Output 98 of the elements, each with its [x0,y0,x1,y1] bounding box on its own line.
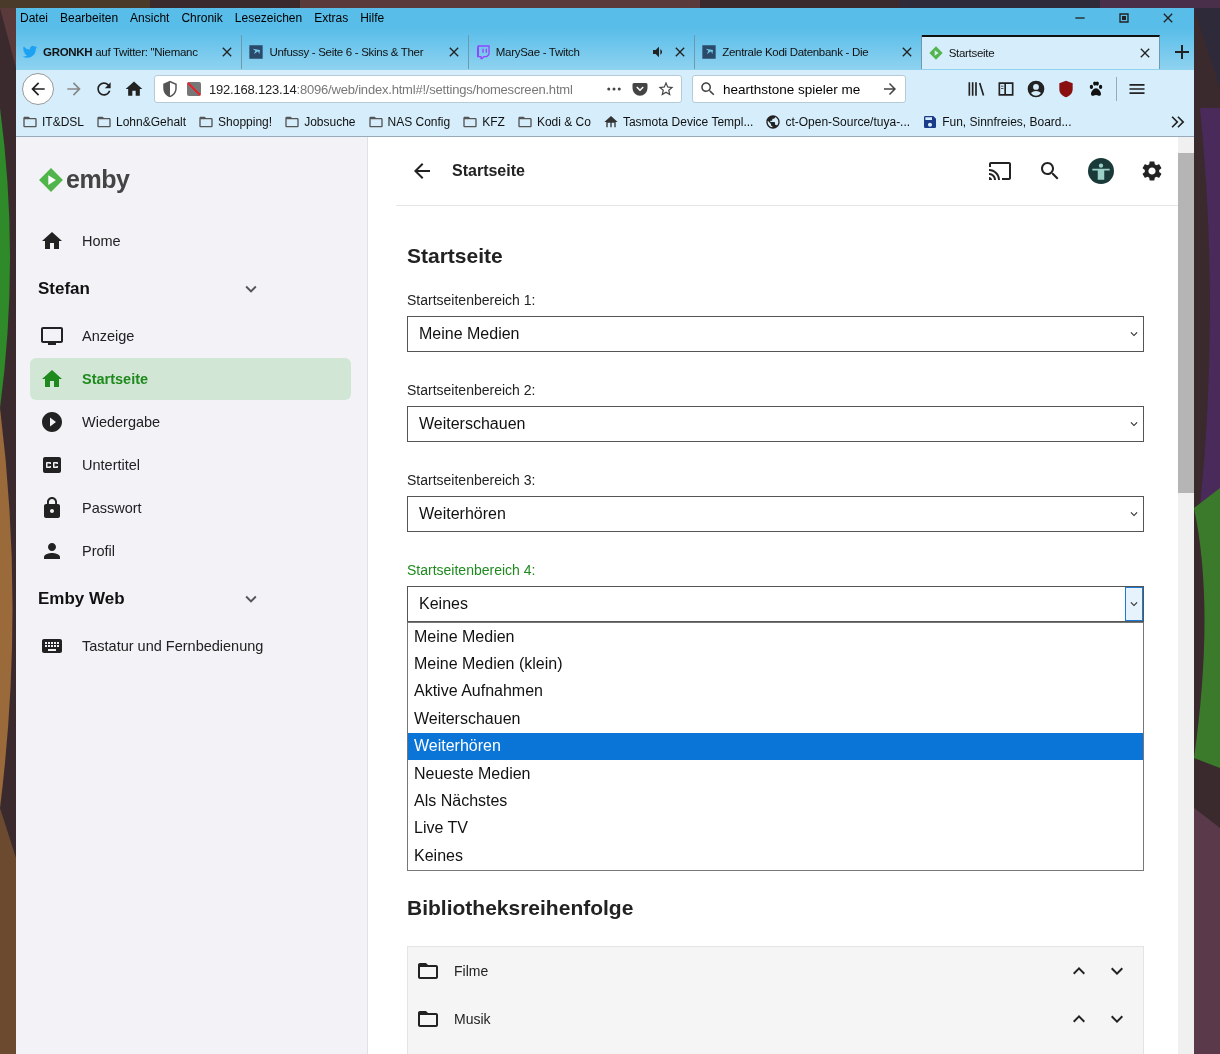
arrow-icon [881,80,899,98]
sidebar-item[interactable]: Tastatur und Fernbedienung [30,625,351,667]
star-icon[interactable] [657,80,675,98]
section-heading: Bibliotheksreihenfolge [407,896,635,920]
browser-tab[interactable]: Zentrale Kodi Datenbank - Die [695,35,922,69]
folder-icon [96,114,112,130]
globe-icon [765,114,782,130]
bookmark[interactable]: Shopping! [198,114,273,130]
select-field[interactable]: Weiterhören [407,496,1144,532]
menu-item[interactable]: Extras [314,11,355,25]
scrollbar[interactable] [1178,137,1194,1054]
logo-icon [38,166,64,193]
tab-title: Unfussy - Seite 6 - Skins & Ther [269,46,425,58]
house-icon [602,114,619,130]
home-icon[interactable] [124,79,144,99]
address-bar[interactable]: 192.168.123.14:8096/web/index.html#!/settings/homescreen.html [154,75,682,103]
sidebar-icon[interactable] [996,79,1016,99]
library-name: Musik [454,1011,491,1027]
sidebar-item[interactable]: Home [30,220,351,262]
bookmark[interactable]: IT&DSL [22,114,84,130]
browser-tab[interactable]: Startseite [921,35,1160,69]
browser-tab[interactable]: Unfussy - Seite 6 - Skins & Ther [242,35,469,69]
forum-icon [701,44,718,60]
field-label: Startseitenbereich 4: [407,562,537,578]
bookmark[interactable]: NAS Config [367,114,451,130]
select-field[interactable]: Keines [407,586,1144,622]
field-label: Startseitenbereich 1: [407,292,537,308]
tab-title: Startseite [948,47,996,59]
menu-item[interactable]: Ansicht [130,11,176,25]
monitor-icon [40,324,64,348]
bookmark[interactable]: Lohn&Gehalt [96,114,187,130]
folder-icon [462,114,479,130]
url-text: 192.168.123.14:8096/web/index.html#!/settings/homescreen.html [209,81,574,97]
select-field[interactable]: Weiterschauen [407,406,1144,442]
dropdown-option[interactable]: Aktive Aufnahmen [408,677,1143,706]
dropdown-option[interactable]: Weiterschauen [408,705,1143,733]
bookmark[interactable]: Fun, Sinnfreies, Board... [922,114,1072,130]
select-field[interactable]: Meine Medien [407,316,1144,352]
sidebar-item[interactable]: Anzeige [30,315,351,357]
bookmark[interactable]: ct-Open-Source/tuya-... [765,114,911,130]
settings-icon[interactable] [1140,159,1164,183]
bird-icon [22,44,38,60]
dropdown-option[interactable]: Live TV [408,814,1143,843]
library-icon[interactable] [966,79,986,99]
browser-tab[interactable]: MarySae - Twitch [468,35,696,69]
dropdown-option[interactable]: Meine Medien [408,623,1143,651]
pocket-icon[interactable] [631,80,649,98]
play-icon [927,45,944,61]
field-label: Startseitenbereich 3: [407,472,537,488]
insecure-lock-icon [187,82,201,96]
sidebar-item[interactable]: Untertitel [30,444,351,486]
menu-item[interactable]: Lesezeichen [234,11,309,25]
section-heading: Stefan [38,279,91,299]
logo-text: emby [66,165,130,194]
bookmark[interactable]: Tasmota Device Templ... [602,114,754,130]
folder-icon [367,114,384,130]
shield-icon[interactable] [161,80,179,98]
search-field[interactable]: hearthstone spieler me [692,75,906,103]
sidebar-item[interactable]: Wiedergabe [30,401,351,443]
dropdown-option[interactable]: Keines [408,842,1143,870]
page-title: Startseite [452,162,525,180]
dropdown-option[interactable]: Neueste Medien [408,759,1143,788]
tab-title: MarySae - Twitch [495,46,581,58]
account-icon[interactable] [1026,79,1046,99]
field-label: Startseitenbereich 2: [407,382,537,398]
folder-icon [22,114,38,130]
folder-icon [516,114,533,130]
library-name: Filme [454,963,489,979]
dropdown-option[interactable]: Meine Medien (klein) [408,650,1143,678]
cast-icon[interactable] [988,159,1012,183]
play-icon [40,410,64,434]
menu-item[interactable]: Datei [20,11,54,25]
tab-title: Zentrale Kodi Datenbank - Die [722,46,870,58]
folder-icon [284,114,301,130]
page-heading: Startseite [407,244,504,268]
menu-item[interactable]: Bearbeiten [60,11,125,25]
bookmark[interactable]: Kodi & Co [516,114,591,130]
maximize-icon[interactable] [1116,10,1132,26]
menu-item[interactable]: Chronik [181,11,229,25]
bookmark[interactable]: Jobsuche [284,114,356,130]
back-button[interactable] [22,73,54,105]
sidebar-item[interactable]: Profil [30,530,351,572]
folder-icon [198,114,215,130]
forum-icon [248,44,265,60]
tab-title: GRONKH auf Twitter: "Niemanc [43,46,199,58]
menu-item[interactable]: Hilfe [360,11,391,25]
dropdown-option[interactable]: Weiterhören [408,732,1143,760]
section-heading: Emby Web [38,589,126,609]
shield-icon[interactable] [1056,79,1076,99]
bookmark[interactable]: KFZ [462,114,505,130]
chat-icon [474,44,491,60]
sidebar-item[interactable]: Passwort [30,487,351,529]
browser-tab[interactable]: GRONKH auf Twitter: "Niemanc [16,35,243,69]
scrollbar-thumb[interactable] [1178,153,1194,493]
reload-icon[interactable] [94,79,114,99]
dropdown-option[interactable]: Als Nächstes [408,787,1143,815]
search-icon [699,80,717,98]
avatar[interactable] [1088,158,1114,184]
